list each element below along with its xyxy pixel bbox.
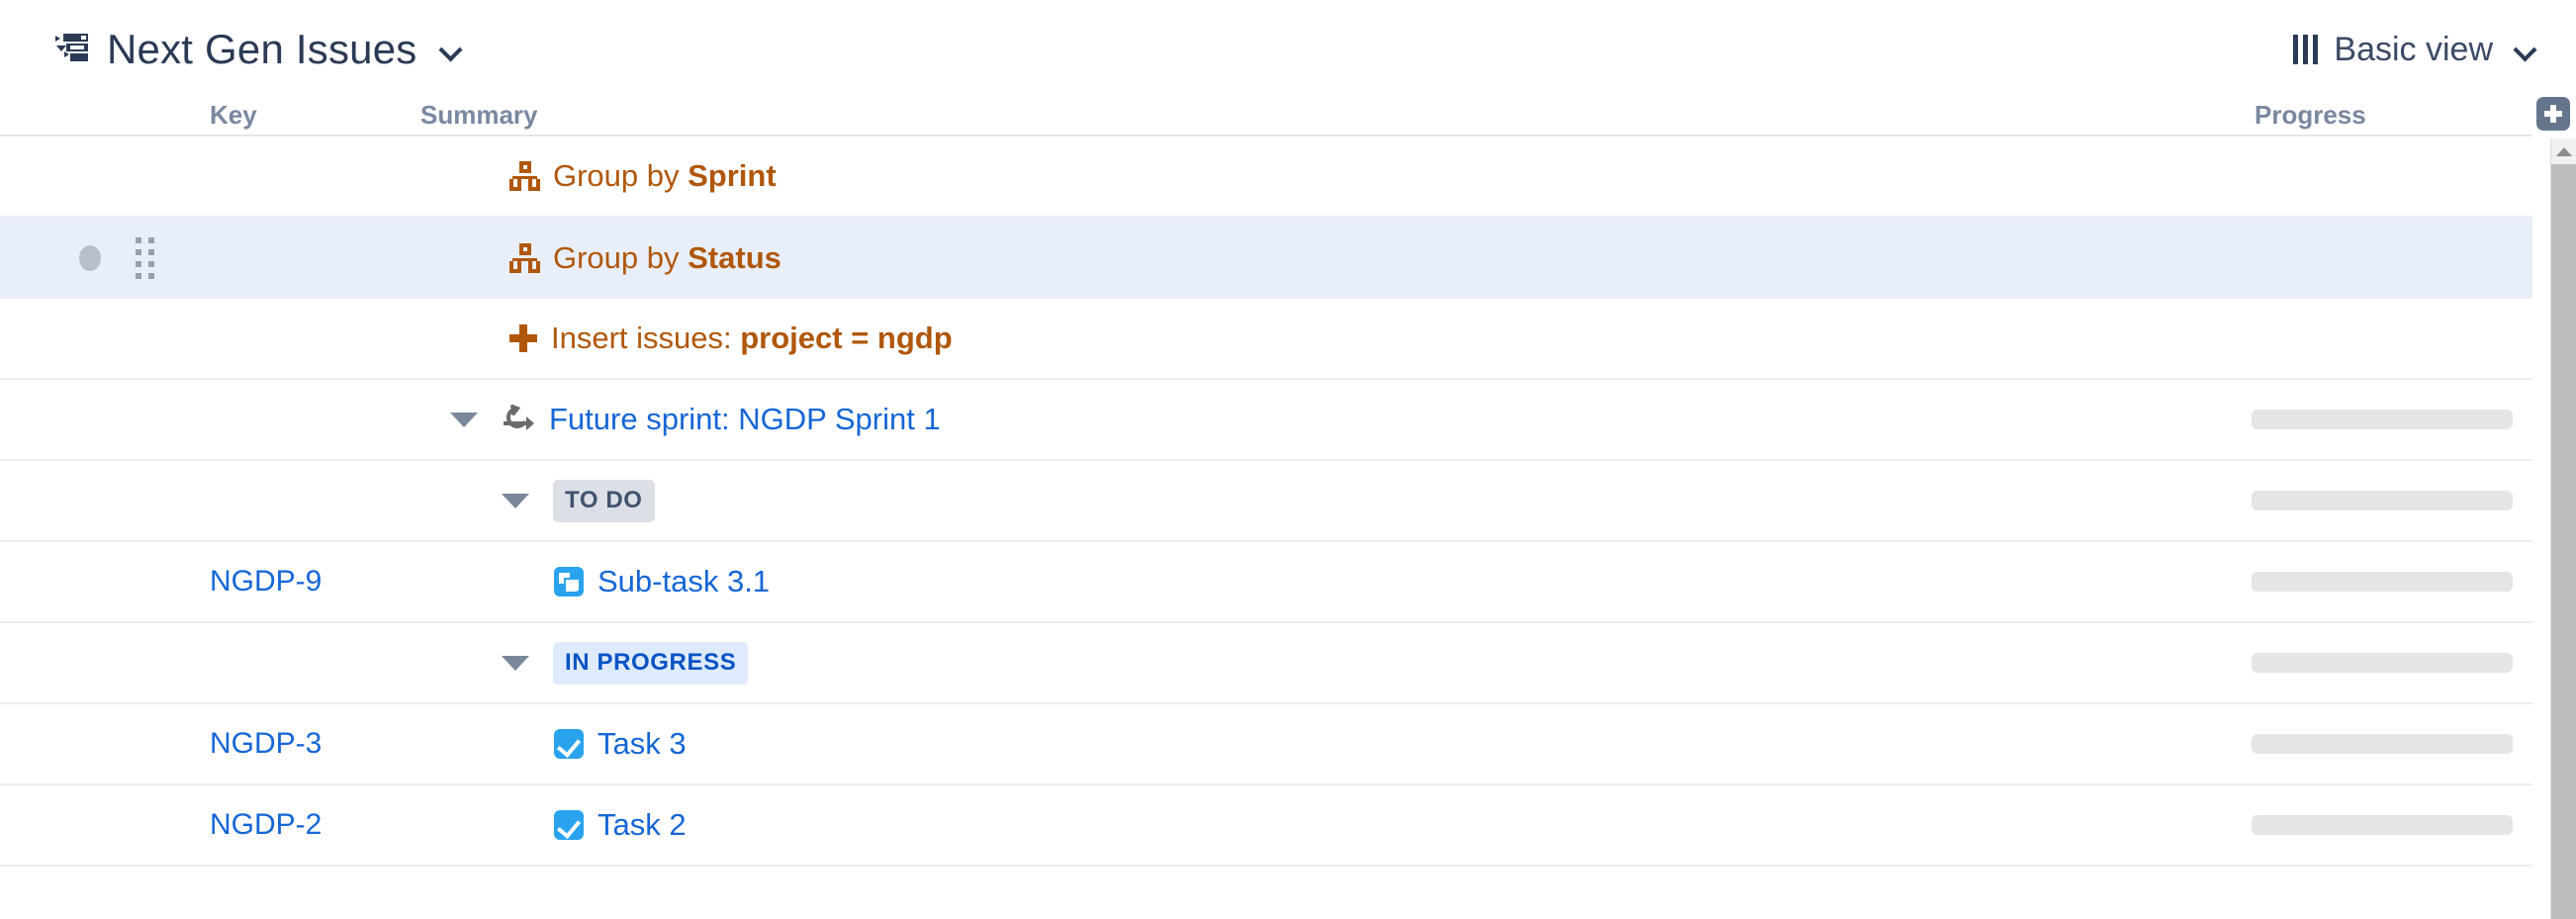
summary-cell: Group by Sprint [420,137,2137,216]
vertical-scrollbar[interactable] [2550,138,2576,919]
structure-tree-icon [55,33,89,67]
table-row[interactable]: NGDP-2 Task 2 [0,785,2532,867]
summary-cell: Task 3 [420,704,2137,783]
column-header-key[interactable]: Key [210,100,257,131]
summary-content: IN PROGRESS [502,641,749,685]
table-row[interactable]: TO DO [0,461,2532,542]
progress-bar [2252,653,2513,673]
summary-content: Task 2 [554,807,687,843]
issue-summary-link[interactable]: Task 2 [598,807,687,843]
issue-summary-link[interactable]: Task 3 [598,726,687,762]
summary-cell: Insert issues: project = ngdp [420,299,2137,378]
row-gutter [0,218,188,299]
progress-cell [2252,623,2513,702]
add-column-icon[interactable] [2536,97,2570,131]
drag-handle-icon[interactable] [136,237,155,279]
progress-bar [2252,815,2513,835]
task-icon [554,810,584,840]
table-header-row: Key Summary Progress [0,99,2532,137]
progress-cell [2252,704,2513,783]
progress-bar [2252,734,2513,754]
scrollbar-thumb[interactable] [2551,164,2576,919]
insert-issues-label[interactable]: Insert issues: project = ngdp [551,321,953,356]
status-badge[interactable]: IN PROGRESS [553,641,749,685]
sprint-label[interactable]: Future sprint: NGDP Sprint 1 [549,402,941,437]
summary-content: Future sprint: NGDP Sprint 1 [450,402,941,437]
triangle-down-icon[interactable] [450,412,478,427]
row-gutter [0,785,188,865]
table-row[interactable]: Group by Sprint [0,137,2532,218]
progress-bar [2252,572,2513,592]
group-by-label[interactable]: Group by Status [553,240,782,276]
summary-content: Insert issues: project = ngdp [509,321,953,356]
subtask-icon [554,567,584,597]
group-by-value: Status [688,240,782,275]
progress-cell [2252,542,2513,621]
issue-key-link[interactable]: NGDP-2 [210,808,398,842]
row-gutter [0,299,188,378]
columns-bars-icon [2293,35,2319,64]
group-hierarchy-icon [509,161,540,191]
progress-cell [2252,218,2513,299]
insert-issues-query: project = ngdp [740,321,953,355]
row-gutter [0,623,188,702]
chevron-down-icon[interactable] [440,39,462,60]
scroll-up-arrow-icon[interactable] [2551,138,2576,164]
table-row[interactable]: Group by Status [0,218,2532,299]
summary-cell: Future sprint: NGDP Sprint 1 [420,380,2137,459]
issue-key-link[interactable]: NGDP-3 [210,727,398,761]
row-gutter [0,542,188,621]
row-gutter [0,461,188,540]
table-row[interactable]: Insert issues: project = ngdp [0,299,2532,380]
progress-cell [2252,461,2513,540]
table-row[interactable]: IN PROGRESS [0,623,2532,704]
chevron-down-icon[interactable] [2515,39,2536,60]
task-icon [554,729,584,759]
group-by-label[interactable]: Group by Sprint [553,158,777,194]
view-selector-label: Basic view [2334,30,2493,68]
table-body: Group by Sprint Group by Status Insert iss… [0,137,2532,867]
status-badge[interactable]: TO DO [553,479,655,522]
table-row[interactable]: Future sprint: NGDP Sprint 1 [0,380,2532,461]
summary-content: Sub-task 3.1 [554,564,770,599]
triangle-down-icon[interactable] [502,493,529,508]
table-row[interactable]: NGDP-9 Sub-task 3.1 [0,542,2532,623]
progress-cell [2252,380,2513,459]
row-marker-dot-icon [79,245,101,271]
progress-bar [2252,410,2513,429]
triangle-down-icon[interactable] [502,655,529,671]
view-selector-dropdown[interactable]: Basic view [2293,31,2536,69]
progress-cell [2252,299,2513,378]
summary-content: TO DO [502,479,655,522]
summary-cell: TO DO [420,461,2137,540]
app-header: Next Gen Issues Basic view [0,0,2576,99]
row-gutter [0,380,188,459]
summary-content: Group by Status [509,240,782,276]
progress-cell [2252,785,2513,865]
issue-key-link[interactable]: NGDP-9 [210,565,398,598]
sprint-icon [502,405,535,434]
column-header-summary[interactable]: Summary [420,100,538,131]
summary-cell: Task 2 [420,785,2137,865]
structure-title-dropdown[interactable]: Next Gen Issues [55,26,462,73]
page-title: Next Gen Issues [107,26,417,72]
summary-cell: Group by Status [420,218,2137,299]
progress-cell [2252,137,2513,216]
row-gutter [0,704,188,783]
group-hierarchy-icon [509,243,540,273]
issues-table: Key Summary Progress Group by Sprint Grou… [0,97,2576,919]
table-row[interactable]: NGDP-3 Task 3 [0,704,2532,785]
summary-cell: IN PROGRESS [420,623,2137,702]
group-by-value: Sprint [688,158,777,193]
plus-icon [509,324,537,352]
issue-summary-link[interactable]: Sub-task 3.1 [598,564,770,599]
progress-bar [2252,491,2513,510]
column-header-progress[interactable]: Progress [2254,100,2366,131]
summary-content: Task 3 [554,726,687,762]
summary-cell: Sub-task 3.1 [420,542,2137,621]
row-gutter [0,137,188,216]
summary-content: Group by Sprint [509,158,777,194]
